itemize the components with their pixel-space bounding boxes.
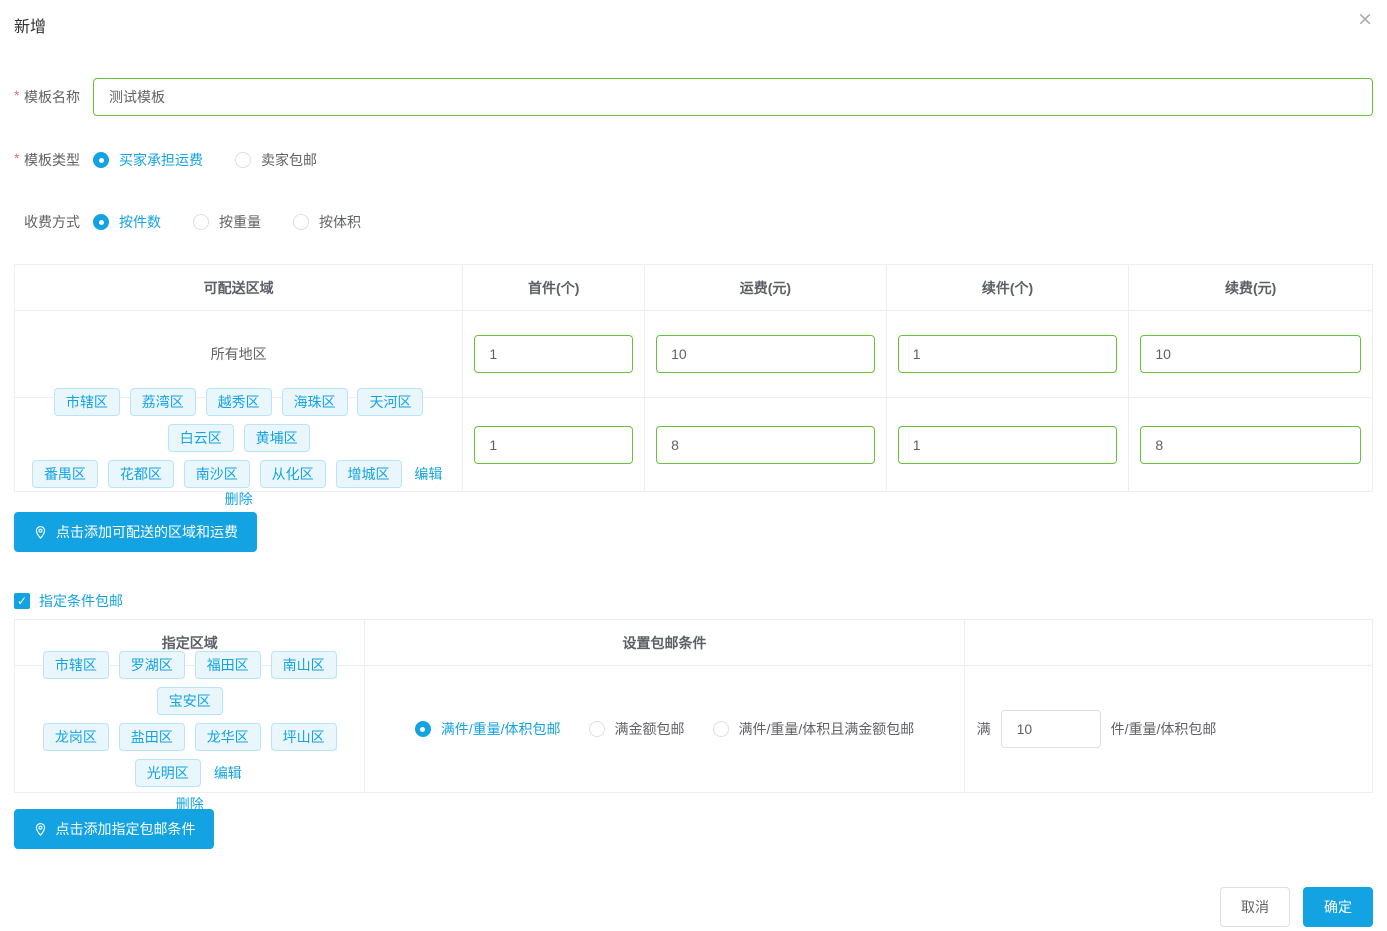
radio-by-count[interactable]: 按件数 <box>93 212 161 232</box>
radio-by-volume[interactable]: 按体积 <box>293 212 361 232</box>
radio-selected-icon <box>93 152 109 168</box>
radio-unselected-icon <box>193 214 209 230</box>
template-type-radio-group: 买家承担运费 卖家包邮 <box>93 150 349 170</box>
region-tags-line2: 龙岗区 盐田区 龙华区 坪山区 光明区 编辑 <box>15 719 364 791</box>
threshold-prefix: 满 <box>977 719 991 739</box>
threshold-input[interactable] <box>1001 710 1101 748</box>
template-name-label: * 模板名称 <box>14 87 93 107</box>
region-tag: 龙岗区 <box>43 723 109 751</box>
table-row-custom-regions: 市辖区 荔湾区 越秀区 海珠区 天河区 白云区 黄埔区 番禺区 花都区 南沙区 … <box>15 398 1372 491</box>
page-title: 新增 <box>14 19 46 36</box>
radio-unselected-icon <box>235 152 251 168</box>
confirm-button[interactable]: 确定 <box>1303 887 1373 927</box>
required-mark: * <box>14 87 24 107</box>
radio-count-and-amount[interactable]: 满件/重量/体积且满金额包邮 <box>713 719 915 739</box>
charge-method-radio-group: 按件数 按重量 按体积 <box>93 212 393 232</box>
column-header-empty <box>965 620 1372 666</box>
region-tag: 荔湾区 <box>130 388 196 416</box>
radio-seller-free[interactable]: 卖家包邮 <box>235 150 317 170</box>
region-tag: 花都区 <box>108 460 174 488</box>
region-tag: 番禺区 <box>32 460 98 488</box>
delete-link[interactable]: 删除 <box>176 796 204 812</box>
region-tag: 盐田区 <box>119 723 185 751</box>
add-condition-button[interactable]: 点击添加指定包邮条件 <box>14 809 214 849</box>
additional-fee-input[interactable] <box>1140 335 1361 373</box>
column-header-additional-count: 续件(个) <box>887 265 1130 311</box>
location-pin-icon <box>33 822 48 837</box>
checkbox-checked-icon[interactable]: ✓ <box>14 593 30 609</box>
region-tag: 市辖区 <box>54 388 120 416</box>
region-tags: 市辖区 荔湾区 越秀区 海珠区 天河区 白云区 黄埔区 番禺区 花都区 南沙区 … <box>15 384 462 506</box>
required-mark: * <box>14 150 24 170</box>
region-tag: 从化区 <box>260 460 326 488</box>
condition-radio-group: 满件/重量/体积包邮 满金额包邮 满件/重量/体积且满金额包邮 <box>415 719 915 739</box>
radio-unselected-icon <box>713 721 729 737</box>
region-tags-line2: 番禺区 花都区 南沙区 从化区 增城区 编辑 删除 <box>15 456 462 506</box>
region-tag: 天河区 <box>357 388 423 416</box>
region-tag: 白云区 <box>168 424 234 452</box>
region-tag: 光明区 <box>135 759 201 787</box>
region-tag: 南山区 <box>271 651 337 679</box>
first-fee-input[interactable] <box>656 335 875 373</box>
close-icon[interactable]: × <box>1357 10 1373 29</box>
edit-link[interactable]: 编辑 <box>414 466 442 482</box>
region-tag: 越秀区 <box>206 388 272 416</box>
region-tag: 增城区 <box>336 460 402 488</box>
radio-selected-icon <box>415 721 431 737</box>
first-count-input[interactable] <box>474 335 633 373</box>
delete-line: 删除 <box>15 797 364 811</box>
column-header-first-count: 首件(个) <box>463 265 645 311</box>
region-tag: 坪山区 <box>271 723 337 751</box>
radio-by-weight[interactable]: 按重量 <box>193 212 261 232</box>
conditional-free-shipping-label[interactable]: 指定条件包邮 <box>39 591 123 611</box>
radio-selected-icon <box>93 214 109 230</box>
add-area-button[interactable]: 点击添加可配送的区域和运费 <box>14 512 257 552</box>
edit-link[interactable]: 编辑 <box>214 765 242 781</box>
column-header-additional-fee: 续费(元) <box>1129 265 1372 311</box>
region-tag: 宝安区 <box>157 687 223 715</box>
table-header-row: 可配送区域 首件(个) 运费(元) 续件(个) 续费(元) <box>15 265 1372 311</box>
shipping-fee-table: 可配送区域 首件(个) 运费(元) 续件(个) 续费(元) 所有地区 市辖区 荔… <box>14 264 1373 492</box>
radio-count-weight-volume[interactable]: 满件/重量/体积包邮 <box>415 719 561 739</box>
column-header-area: 可配送区域 <box>15 265 463 311</box>
conditional-free-shipping-row: ✓ 指定条件包邮 <box>14 591 1373 611</box>
region-tag: 福田区 <box>195 651 261 679</box>
region-tags-line1: 市辖区 荔湾区 越秀区 海珠区 天河区 白云区 黄埔区 <box>15 384 462 456</box>
template-name-row: * 模板名称 <box>14 78 1373 116</box>
radio-unselected-icon <box>293 214 309 230</box>
region-tag: 南沙区 <box>184 460 250 488</box>
template-type-label: * 模板类型 <box>14 150 93 170</box>
region-tag: 黄埔区 <box>244 424 310 452</box>
charge-method-label: 收费方式 <box>14 212 93 232</box>
additional-count-input[interactable] <box>898 426 1118 464</box>
first-count-input[interactable] <box>474 426 633 464</box>
threshold-suffix: 件/重量/体积包邮 <box>1111 719 1217 739</box>
column-header-first-fee: 运费(元) <box>645 265 887 311</box>
radio-unselected-icon <box>589 721 605 737</box>
template-type-row: * 模板类型 买家承担运费 卖家包邮 <box>14 150 1373 170</box>
region-tags-line1: 市辖区 罗湖区 福田区 南山区 宝安区 <box>15 647 364 719</box>
additional-fee-input[interactable] <box>1140 426 1361 464</box>
region-tag: 市辖区 <box>43 651 109 679</box>
additional-count-input[interactable] <box>898 335 1118 373</box>
region-tag: 海珠区 <box>282 388 348 416</box>
free-shipping-condition-table: 指定区域 设置包邮条件 市辖区 罗湖区 福田区 南山区 宝安区 龙岗区 盐田区 … <box>14 619 1373 793</box>
region-tag: 龙华区 <box>195 723 261 751</box>
radio-buyer-pays[interactable]: 买家承担运费 <box>93 150 203 170</box>
region-tags: 市辖区 罗湖区 福田区 南山区 宝安区 龙岗区 盐田区 龙华区 坪山区 光明区 … <box>15 647 364 811</box>
table-row-condition: 市辖区 罗湖区 福田区 南山区 宝安区 龙岗区 盐田区 龙华区 坪山区 光明区 … <box>15 666 1372 792</box>
delete-link[interactable]: 删除 <box>225 491 253 507</box>
template-name-input[interactable] <box>93 78 1373 116</box>
radio-amount[interactable]: 满金额包邮 <box>589 719 685 739</box>
region-tag: 罗湖区 <box>119 651 185 679</box>
first-fee-input[interactable] <box>656 426 875 464</box>
location-pin-icon <box>33 525 48 540</box>
dialog-header: 新增 × <box>0 0 1387 37</box>
dialog-footer: 取消 确定 <box>0 887 1373 927</box>
column-header-condition: 设置包邮条件 <box>365 620 964 666</box>
charge-method-row: 收费方式 按件数 按重量 按体积 <box>14 212 1373 232</box>
cancel-button[interactable]: 取消 <box>1220 887 1290 927</box>
